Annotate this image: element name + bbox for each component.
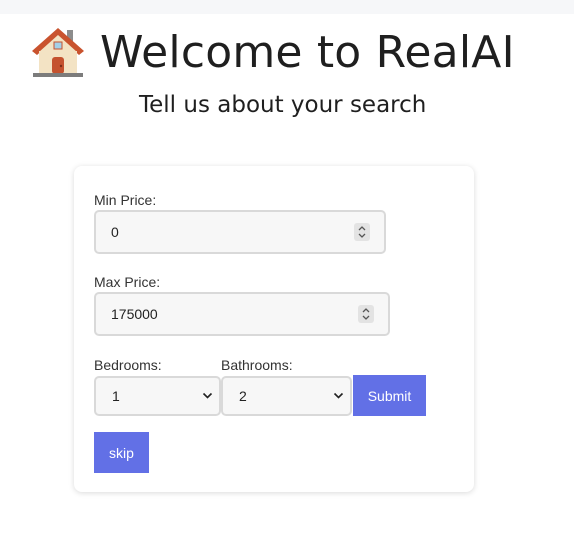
bathrooms-select[interactable]: 2 [221,376,352,416]
page-subtitle: Tell us about your search [139,92,427,118]
header: Welcome to RealAI [30,24,515,80]
max-price-input[interactable]: 175000 [94,292,390,336]
bedrooms-selected-value: 1 [112,388,120,404]
house-icon [30,24,86,80]
page-title: Welcome to RealAI [100,26,515,78]
min-price-value: 0 [111,224,119,240]
max-price-label: Max Price: [94,274,161,290]
skip-button[interactable]: skip [94,432,149,473]
min-price-label: Min Price: [94,192,157,208]
min-price-input[interactable]: 0 [94,210,386,254]
max-price-spinner[interactable] [358,305,374,323]
browser-top-strip [0,0,574,14]
min-price-spinner[interactable] [354,223,370,241]
bedrooms-select[interactable]: 1 [94,376,221,416]
chevron-down-icon [333,392,344,399]
max-price-value: 175000 [111,306,158,322]
bathrooms-label: Bathrooms: [221,357,293,373]
bathrooms-selected-value: 2 [239,388,247,404]
chevron-down-icon [202,392,213,399]
submit-button[interactable]: Submit [353,375,426,416]
spinner-arrows-icon [358,226,366,238]
bedrooms-label: Bedrooms: [94,357,162,373]
spinner-arrows-icon [362,308,370,320]
search-form-card: Min Price: 0 Max Price: 175000 Bedrooms:… [74,166,474,492]
